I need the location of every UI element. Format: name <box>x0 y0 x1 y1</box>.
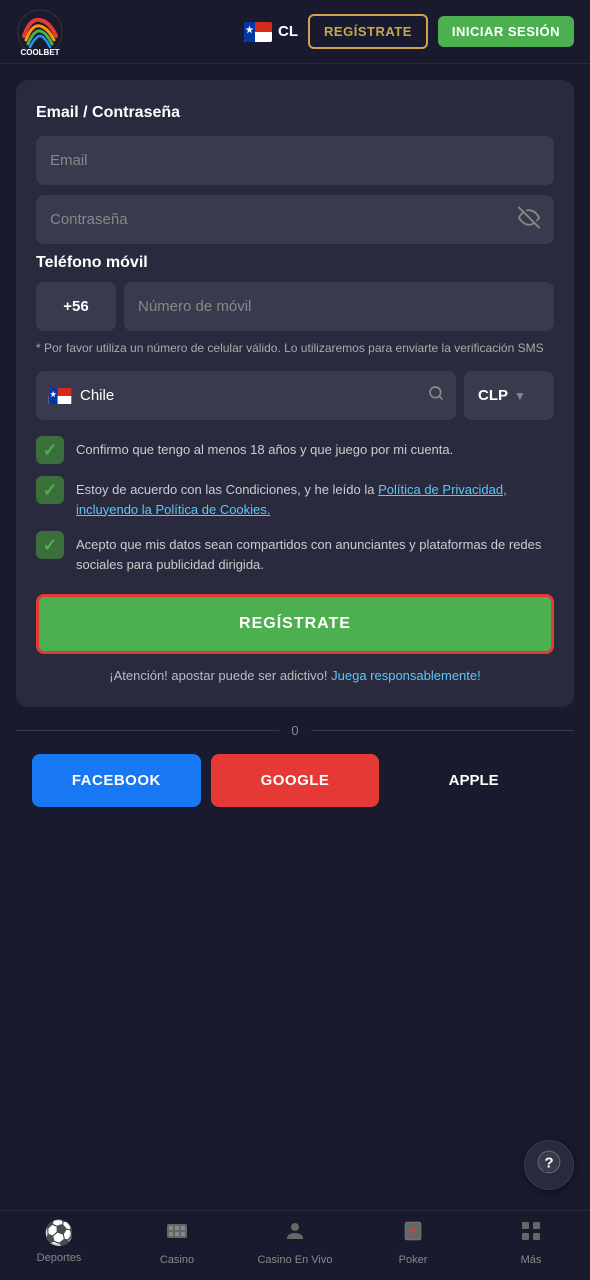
checkbox-data[interactable]: ✓ <box>36 531 64 559</box>
checkbox-label-data: Acepto que mis datos sean compartidos co… <box>76 531 554 574</box>
nav-item-casino-live[interactable]: Casino En Vivo <box>236 1219 354 1270</box>
chat-button[interactable]: ? <box>524 1140 574 1190</box>
checkbox-item-age: ✓ Confirmo que tengo al menos 18 años y … <box>36 436 554 464</box>
phone-hint: * Por favor utiliza un número de celular… <box>36 339 554 357</box>
social-buttons: FACEBOOK GOOGLE APPLE <box>16 754 574 807</box>
google-button[interactable]: GOOGLE <box>211 754 380 807</box>
checkbox-label-age: Confirmo que tengo al menos 18 años y qu… <box>76 436 453 460</box>
checkbox-age[interactable]: ✓ <box>36 436 64 464</box>
login-button-header[interactable]: INICIAR SESIÓN <box>438 16 574 47</box>
nav-label-more: Más <box>521 1254 542 1266</box>
check-mark-data: ✓ <box>42 535 57 556</box>
check-mark-age: ✓ <box>42 440 57 461</box>
country-search-icon <box>428 385 444 406</box>
header-right: CL REGÍSTRATE INICIAR SESIÓN <box>244 14 574 49</box>
privacy-policy-link[interactable]: Política de Privacidad, incluyendo la Po… <box>76 482 507 517</box>
facebook-button[interactable]: FACEBOOK <box>32 754 201 807</box>
country-name-display: Chile <box>80 387 420 404</box>
nav-label-deportes: Deportes <box>37 1252 82 1264</box>
check-mark-terms: ✓ <box>42 480 57 501</box>
nav-item-more[interactable]: Más <box>472 1219 590 1270</box>
phone-prefix: +56 <box>36 282 116 331</box>
svg-text:♠: ♠ <box>410 1225 416 1237</box>
main-content: Email / Contraseña Teléfono móvil +56 * … <box>0 64 590 1210</box>
currency-selector[interactable]: CLP ▼ <box>464 371 554 420</box>
chile-flag-header <box>244 22 272 42</box>
divider-line-left <box>16 730 279 731</box>
nav-item-casino[interactable]: Casino <box>118 1219 236 1270</box>
password-input[interactable] <box>36 195 554 244</box>
country-currency-row: Chile CLP ▼ <box>36 371 554 420</box>
password-toggle-icon[interactable] <box>518 206 540 233</box>
responsible-gaming-link[interactable]: Juega responsablemente! <box>331 668 481 683</box>
checkbox-label-terms: Estoy de acuerdo con las Condiciones, y … <box>76 476 554 519</box>
checkbox-group: ✓ Confirmo que tengo al menos 18 años y … <box>36 436 554 574</box>
phone-section-title: Teléfono móvil <box>36 254 554 272</box>
warning-static-text: ¡Atención! apostar puede ser adictivo! <box>109 668 331 683</box>
header: COOLBET CL REGÍSTRATE INICIAR SESIÓN <box>0 0 590 64</box>
password-wrapper <box>36 195 554 244</box>
more-icon <box>519 1219 543 1250</box>
currency-dropdown-icon: ▼ <box>514 389 526 403</box>
nav-item-poker[interactable]: ♠ Poker <box>354 1219 472 1270</box>
email-section-title: Email / Contraseña <box>36 104 554 122</box>
chat-icon: ? <box>536 1149 562 1181</box>
country-code-header: CL <box>278 23 298 40</box>
phone-row: +56 <box>36 282 554 331</box>
checkbox-terms[interactable]: ✓ <box>36 476 64 504</box>
currency-text: CLP <box>478 387 508 404</box>
svg-text:?: ? <box>544 1154 553 1171</box>
nav-item-deportes[interactable]: ⚽ Deportes <box>0 1219 118 1270</box>
country-flag-area: CL <box>244 22 298 42</box>
email-input[interactable] <box>36 136 554 185</box>
poker-icon: ♠ <box>401 1219 425 1250</box>
casino-icon <box>165 1219 189 1250</box>
sports-icon: ⚽ <box>44 1219 74 1248</box>
checkbox-item-data: ✓ Acepto que mis datos sean compartidos … <box>36 531 554 574</box>
svg-text:COOLBET: COOLBET <box>20 48 59 56</box>
coolbet-logo: COOLBET <box>16 8 64 56</box>
chile-flag-selector <box>48 388 72 404</box>
apple-button[interactable]: APPLE <box>389 754 558 807</box>
warning-text: ¡Atención! apostar puede ser adictivo! J… <box>36 668 554 683</box>
register-button-header[interactable]: REGÍSTRATE <box>308 14 428 49</box>
casino-live-icon <box>283 1219 307 1250</box>
divider-count: 0 <box>291 723 298 738</box>
nav-label-casino-live: Casino En Vivo <box>257 1254 332 1266</box>
bottom-nav: ⚽ Deportes Casino Casino En Vivo <box>0 1210 590 1280</box>
checkbox-item-terms: ✓ Estoy de acuerdo con las Condiciones, … <box>36 476 554 519</box>
phone-number-input[interactable] <box>124 282 554 331</box>
nav-label-casino: Casino <box>160 1254 194 1266</box>
logo-area: COOLBET <box>16 8 64 56</box>
form-card: Email / Contraseña Teléfono móvil +56 * … <box>16 80 574 707</box>
divider-row: 0 <box>16 723 574 738</box>
country-selector[interactable]: Chile <box>36 371 456 420</box>
nav-label-poker: Poker <box>399 1254 428 1266</box>
divider-line-right <box>311 730 574 731</box>
register-button-main[interactable]: REGÍSTRATE <box>36 594 554 654</box>
